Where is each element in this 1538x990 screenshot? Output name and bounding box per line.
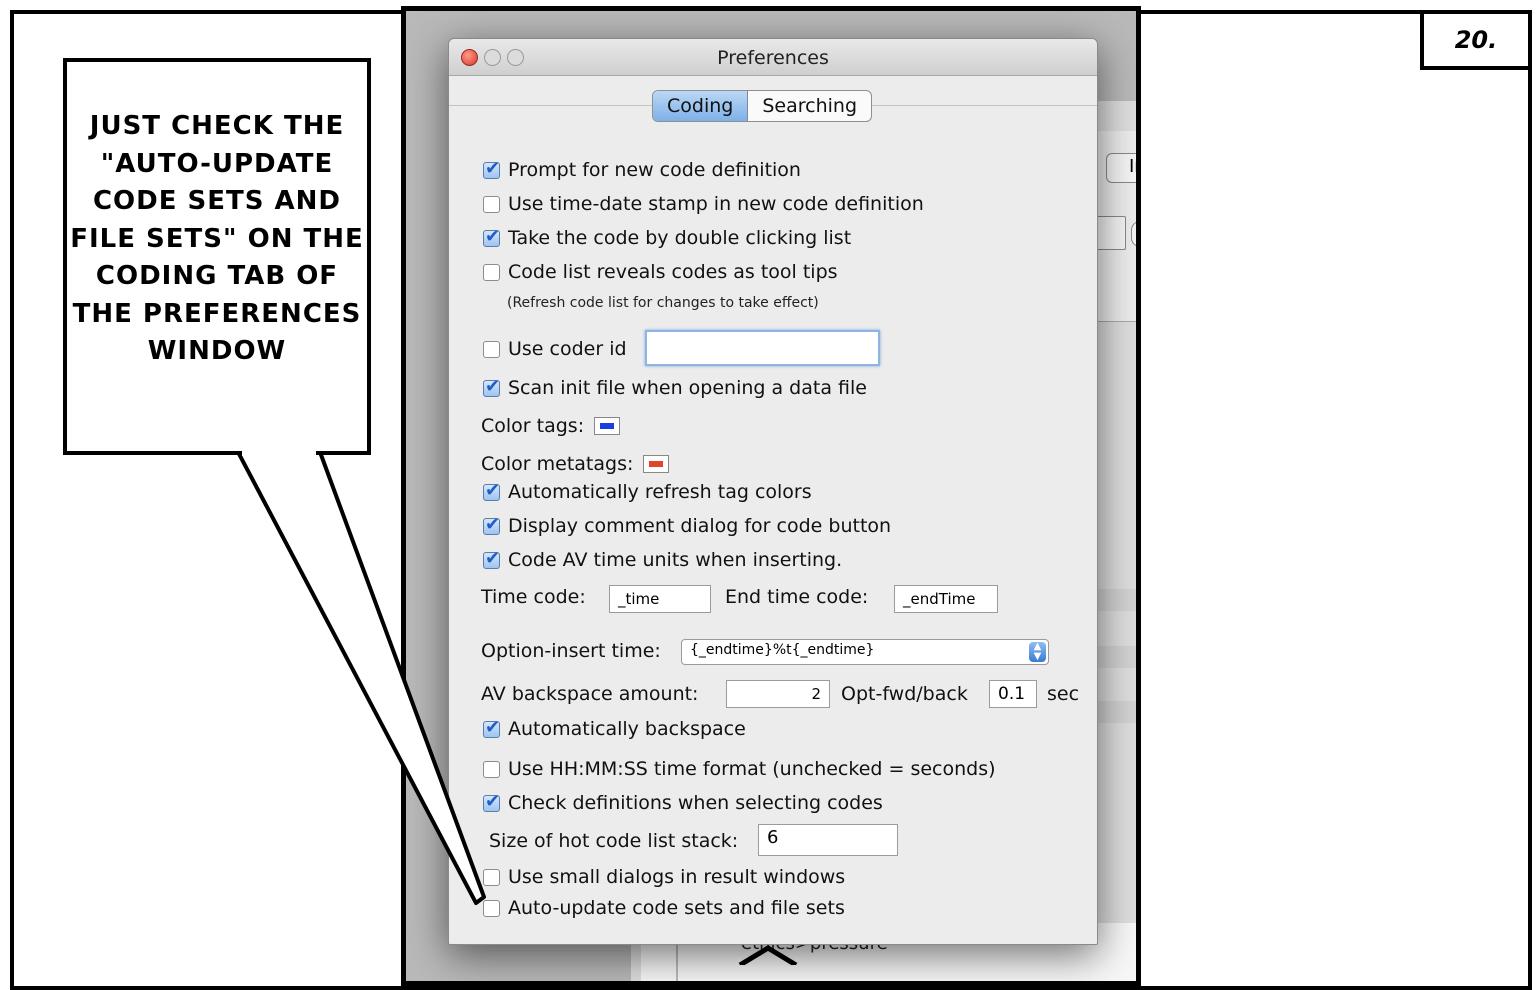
caption-text: Just check the "Auto-update code sets an…	[70, 111, 364, 366]
